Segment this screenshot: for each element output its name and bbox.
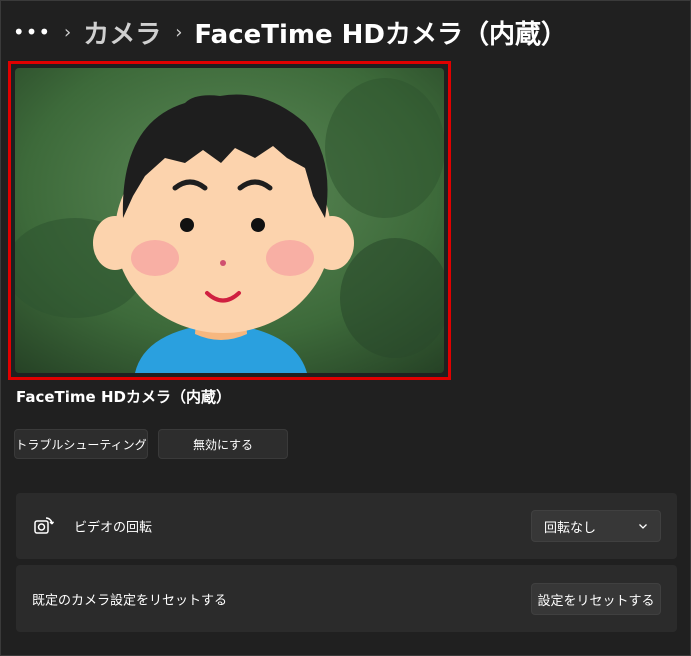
page-title: FaceTime HDカメラ（内蔵） [194,19,568,50]
reset-settings-label: 既定のカメラ設定をリセットする [32,593,228,608]
video-rotation-label: ビデオの回転 [74,520,153,536]
video-rotation-setting: ビデオの回転 回転なし [16,493,677,559]
reset-camera-settings: 既定のカメラ設定をリセットする 設定をリセットする [16,565,677,632]
rotate-camera-icon [34,517,54,534]
video-rotation-value: 回転なし [544,520,597,536]
camera-preview-image [15,68,444,373]
chevron-right-icon: › [64,21,72,43]
reset-settings-button[interactable]: 設定をリセットする [531,583,661,615]
camera-preview-highlight [8,61,451,380]
chevron-right-icon: › [175,21,183,43]
breadcrumb-item-camera[interactable]: カメラ [83,14,161,51]
breadcrumb: ••• › カメラ › FaceTime HDカメラ（内蔵） [13,14,568,51]
troubleshoot-button[interactable]: トラブルシューティング [14,429,148,459]
disable-camera-button[interactable]: 無効にする [158,429,288,459]
camera-name: FaceTime HDカメラ（内蔵） [16,388,231,406]
video-rotation-dropdown[interactable]: 回転なし [531,510,661,542]
ellipsis-icon[interactable]: ••• [13,18,50,46]
chevron-down-icon [639,524,647,529]
camera-preview [15,68,444,373]
